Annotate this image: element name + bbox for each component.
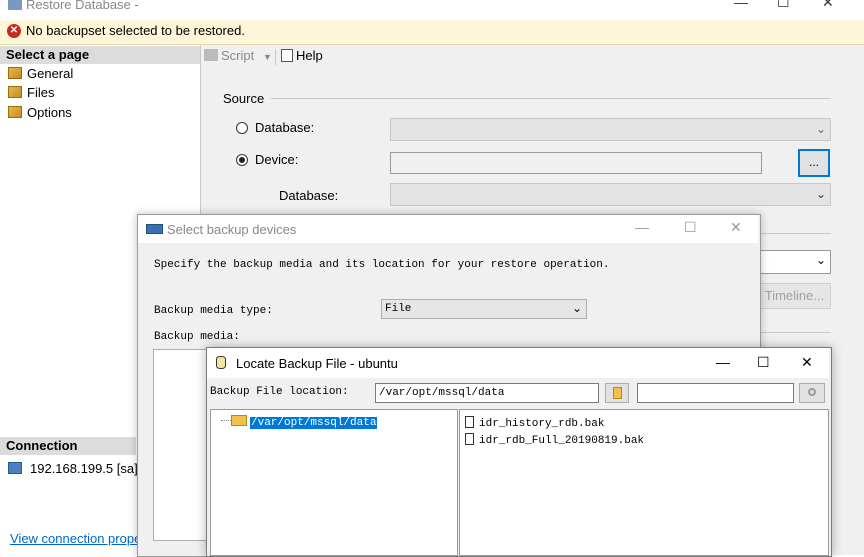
database-label: Database: — [279, 188, 339, 203]
dialog-title: Select backup devices — [167, 222, 297, 237]
folder-refresh-icon — [613, 387, 622, 399]
page-icon — [8, 106, 22, 118]
chevron-down-icon: ⌄ — [571, 301, 582, 315]
device-browse-button[interactable]: ... — [798, 149, 830, 177]
error-bar: ✕ No backupset selected to be restored. — [0, 20, 864, 45]
help-button[interactable]: Help — [281, 48, 323, 63]
source-divider — [271, 98, 831, 99]
tree-item-label: /var/opt/mssql/data — [250, 417, 378, 429]
source-group-label: Source — [223, 91, 265, 106]
close-button[interactable]: ✕ — [822, 0, 834, 11]
main-window-title: Restore Database - — [26, 0, 139, 12]
minimize-button[interactable]: — — [635, 219, 649, 235]
maximize-button[interactable]: ☐ — [777, 0, 790, 11]
error-message: No backupset selected to be restored. — [26, 23, 245, 38]
toolbar-separator — [275, 49, 276, 65]
select-page-header: Select a page — [0, 46, 200, 64]
instructions-text: Specify the backup media and its locatio… — [154, 259, 610, 271]
chevron-down-icon: ⌄ — [815, 187, 826, 201]
file-list[interactable]: idr_history_rdb.bak idr_rdb_Full_2019081… — [459, 409, 829, 556]
maximize-button[interactable]: ☐ — [684, 219, 697, 236]
file-icon — [465, 416, 474, 428]
connection-header: Connection — [0, 437, 136, 455]
chevron-down-icon: ⌄ — [815, 122, 826, 136]
connection-item: 192.168.199.5 [sa] — [8, 460, 138, 478]
view-connection-properties-link[interactable]: View connection prope — [10, 531, 141, 546]
chevron-down-icon: ⌄ — [815, 253, 826, 267]
file-item[interactable]: idr_history_rdb.bak — [465, 414, 604, 430]
database-combo[interactable]: ⌄ — [390, 183, 831, 206]
device-path-input[interactable] — [390, 152, 762, 174]
page-icon — [8, 86, 22, 98]
page-label: Files — [27, 85, 55, 100]
location-value: /var/opt/mssql/data — [379, 387, 505, 399]
restore-database-icon — [8, 0, 22, 10]
locate-backup-file-dialog: Locate Backup File - ubuntu — ☐ ✕ Backup… — [206, 347, 832, 557]
restore-plan-divider — [758, 332, 831, 333]
location-input[interactable]: /var/opt/mssql/data — [375, 383, 599, 403]
media-type-value: File — [385, 303, 412, 315]
tree-item[interactable]: /var/opt/mssql/data — [231, 413, 378, 429]
script-button[interactable]: Script — [204, 48, 254, 63]
refresh-button[interactable] — [605, 383, 629, 403]
dialog-title: Locate Backup File - ubuntu — [236, 356, 398, 371]
toolbar: Script ▼ Help — [201, 45, 864, 69]
file-icon — [465, 433, 474, 445]
help-icon — [281, 49, 293, 62]
dialog-title-bar: Locate Backup File - ubuntu — ☐ ✕ — [207, 348, 829, 378]
file-name: idr_rdb_Full_20190819.bak — [479, 435, 645, 447]
backup-device-icon — [146, 224, 163, 234]
folder-tree[interactable]: /var/opt/mssql/data — [210, 409, 458, 556]
file-name: idr_history_rdb.bak — [479, 418, 605, 430]
restore-to-combo[interactable]: ⌄ — [758, 250, 831, 274]
minimize-button[interactable]: — — [734, 0, 748, 10]
timeline-button[interactable]: Timeline... — [758, 283, 831, 309]
error-icon: ✕ — [7, 24, 21, 38]
database-source-combo[interactable]: ⌄ — [390, 118, 831, 141]
database-radio[interactable] — [236, 122, 248, 134]
backup-media-label: Backup media: — [154, 331, 240, 343]
dialog-title-bar: Select backup devices — ☐ ✕ — [138, 215, 758, 243]
server-icon — [8, 462, 22, 474]
device-radio[interactable] — [236, 154, 248, 166]
media-type-label: Backup media type: — [154, 305, 273, 317]
connection-value: 192.168.199.5 [sa] — [30, 461, 138, 476]
script-label: Script — [221, 48, 255, 63]
close-button[interactable]: ✕ — [801, 354, 813, 371]
destination-divider — [758, 233, 831, 234]
search-button[interactable] — [799, 383, 825, 403]
script-dropdown-icon[interactable]: ▼ — [263, 52, 272, 62]
page-options[interactable]: Options — [8, 104, 72, 122]
help-label: Help — [296, 48, 323, 63]
close-button[interactable]: ✕ — [730, 219, 742, 236]
page-label: General — [27, 66, 74, 81]
database-radio-label: Database: — [255, 120, 315, 135]
page-files[interactable]: Files — [8, 84, 54, 102]
page-icon — [8, 67, 22, 79]
media-type-combo[interactable]: File ⌄ — [381, 299, 587, 319]
database-icon — [216, 356, 226, 369]
maximize-button[interactable]: ☐ — [757, 354, 770, 371]
page-general[interactable]: General — [8, 65, 73, 83]
search-icon — [808, 388, 816, 396]
file-search-input[interactable] — [637, 383, 794, 403]
file-item[interactable]: idr_rdb_Full_20190819.bak — [465, 431, 644, 447]
location-label: Backup File location: — [210, 386, 349, 398]
page-label: Options — [27, 105, 72, 120]
script-icon — [204, 49, 218, 61]
main-title-bar: Restore Database - — ☐ ✕ — [0, 0, 864, 14]
folder-icon — [231, 415, 247, 426]
device-radio-label: Device: — [255, 152, 299, 167]
minimize-button[interactable]: — — [716, 354, 730, 370]
